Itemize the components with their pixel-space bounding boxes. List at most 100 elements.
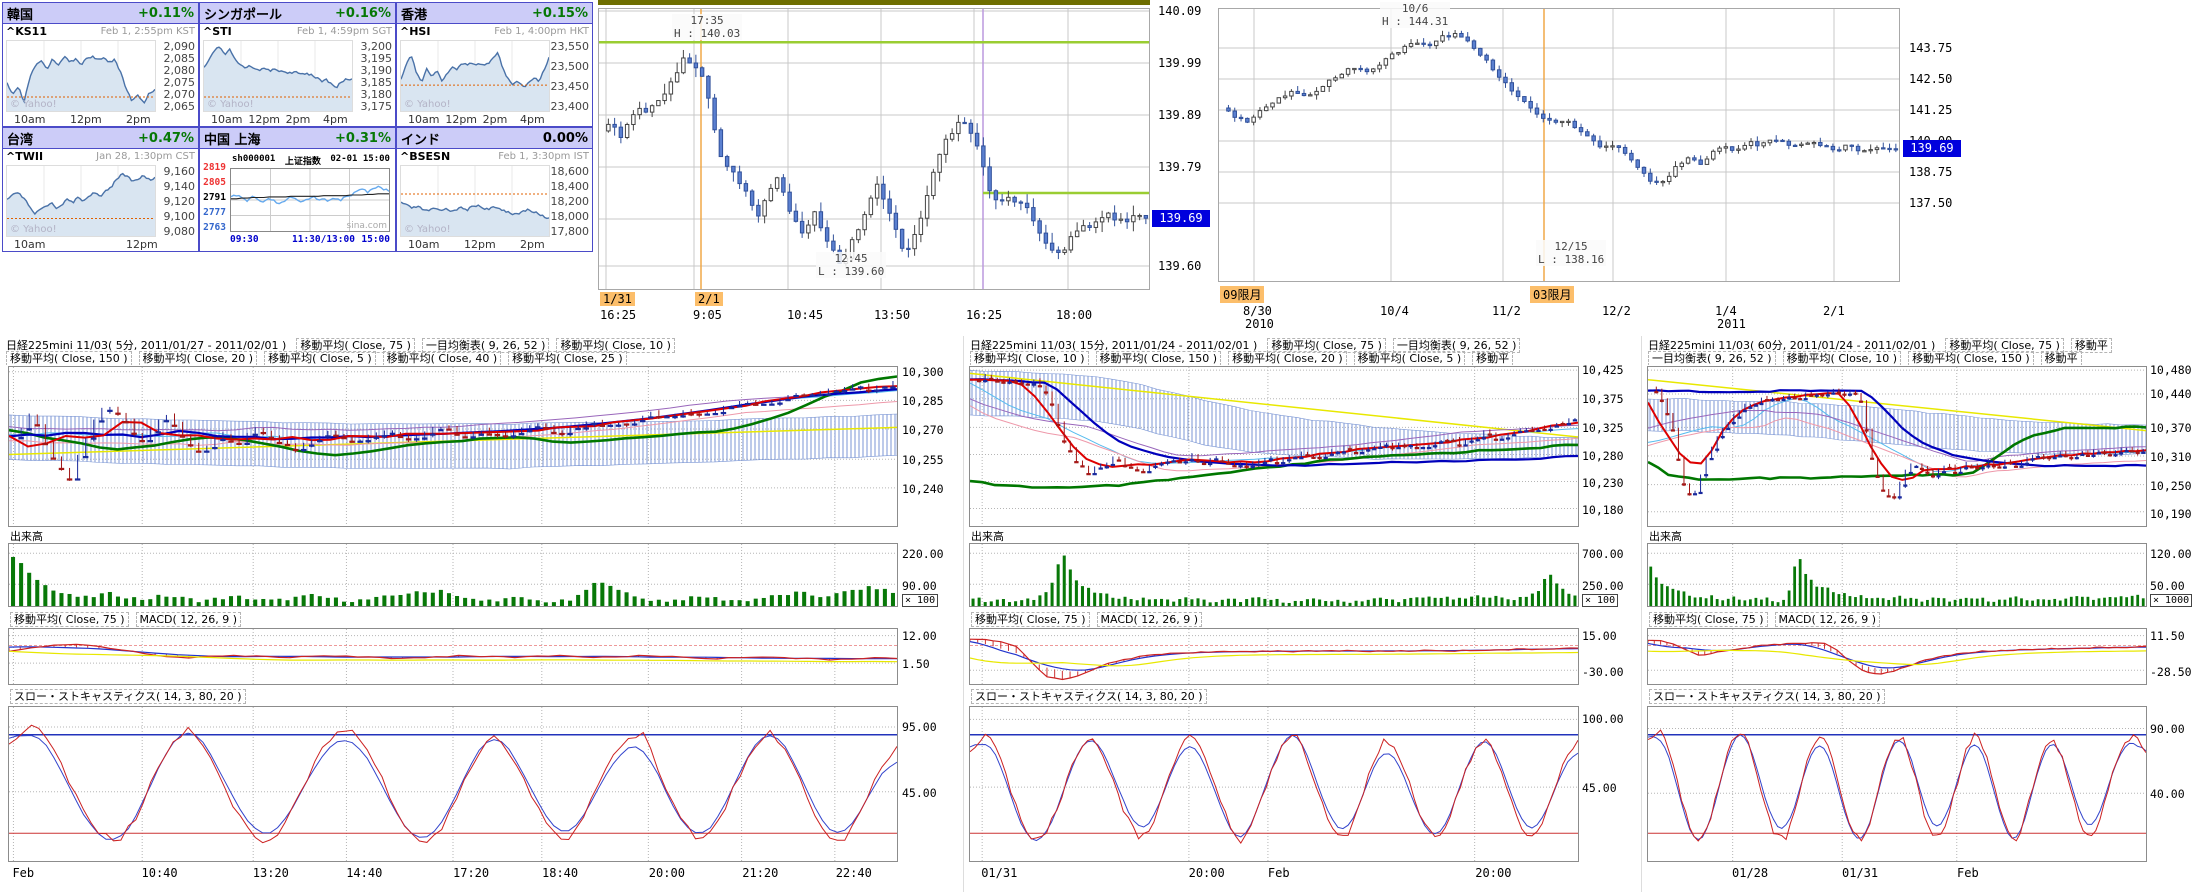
intraday-candle-chart[interactable]: 140.09139.99139.89139.79139.69139.60139.… [598, 0, 1212, 330]
stochastics-panel[interactable] [1647, 706, 2147, 862]
nikkei225mini-60min-chart[interactable]: 日経225mini 11/03( 60分, 2011/01/24 - 2011/… [1641, 336, 2212, 892]
quote-time: Feb 1, 4:00pm HKT [494, 26, 589, 37]
market-widget-shanghai[interactable]: 中国 上海 +0.31% sh000001 上证指数 02-01 15:00 2… [199, 127, 396, 252]
volume-label: 出来高 [10, 528, 43, 544]
y-tick: 2791 [203, 192, 226, 203]
change-percent: +0.47% [138, 131, 194, 146]
widget-chart: 2,0902,0852,0802,0752,0702,065 © Yahoo! [6, 40, 197, 112]
high-time: 17:35 [674, 14, 740, 27]
legend-item: 一目均衡表( 9, 26, 52 ) [1648, 351, 1776, 366]
y-tick: 141.25 [1909, 103, 1952, 117]
sina-y-axis: 28192805279127772763 [200, 162, 228, 232]
widget-chart: 9,1609,1409,1209,1009,080 © Yahoo! [6, 165, 197, 237]
nikkei225mini-5min-chart[interactable]: 日経225mini 11/03( 5分, 2011/01/27 - 2011/0… [0, 336, 960, 892]
x-tick: 10:40 [142, 866, 178, 880]
legend-item: MACD( 12, 26, 9 ) [136, 612, 242, 627]
price-tick: 10,325 [1582, 421, 1624, 435]
legend-item: 移動平均( Close, 20 ) [1228, 351, 1347, 366]
macd-panel[interactable] [8, 628, 898, 685]
volume-multiplier: × 100 [902, 594, 938, 607]
x-tick: 20:00 [1475, 866, 1511, 880]
y-tick: 23,500 [551, 60, 590, 73]
change-percent: +0.11% [138, 6, 194, 21]
y-tick: 2805 [203, 177, 226, 188]
x-tick: 16:25 [966, 308, 1002, 322]
macd-tick: 1.50 [902, 657, 930, 671]
price-tick: 10,440 [2150, 387, 2192, 401]
x-tick: 10am [408, 238, 439, 251]
macd-label: 移動平均( Close, 75 )MACD( 12, 26, 9 ) [10, 611, 248, 627]
year-tick: 2011 [1717, 317, 1746, 331]
price-tick: 10,230 [1582, 476, 1624, 490]
volume-panel-canvas [9, 544, 897, 606]
y-tick: 2,065 [164, 100, 196, 113]
change-percent: +0.31% [335, 131, 391, 146]
stochastics-tick: 95.00 [902, 720, 937, 734]
intraday-canvas [599, 9, 1149, 289]
stochastics-panel[interactable] [969, 706, 1579, 862]
legend-item: 移動平 [2041, 351, 2082, 366]
x-tick: 13:20 [253, 866, 289, 880]
legend-item: 移動平均( Close, 25 ) [508, 351, 627, 366]
x-tick: 2pm [286, 113, 311, 126]
y-tick: 23,550 [551, 40, 590, 53]
y-tick: 23,450 [551, 80, 590, 93]
ticker-symbol: ^HSI [400, 25, 430, 38]
x-tick: 11/2 [1492, 304, 1521, 318]
market-widget-india[interactable]: インド 0.00% ^BSESN Feb 1, 3:30pm IST 18,60… [396, 127, 593, 252]
market-widget-taiwan[interactable]: 台湾 +0.47% ^TWII Jan 28, 1:30pm CST 9,160… [2, 127, 199, 252]
x-tick: 17:20 [453, 866, 489, 880]
market-widget-hongkong[interactable]: 香港 +0.15% ^HSI Feb 1, 4:00pm HKT 23,5502… [396, 2, 593, 127]
quote-time: Feb 1, 4:59pm SGT [297, 26, 392, 37]
x-tick: 12pm [464, 238, 496, 251]
widget-x-axis: 10am12pm2pm4pm [400, 113, 550, 126]
x-tick: 21:20 [742, 866, 778, 880]
x-tick: 12pm [70, 113, 102, 126]
year-tick: 2010 [1245, 317, 1274, 331]
volume-panel[interactable] [8, 543, 898, 607]
y-tick: 17,800 [551, 225, 590, 238]
nikkei225mini-15min-chart[interactable]: 日経225mini 11/03( 15分, 2011/01/24 - 2011/… [963, 336, 1639, 892]
macd-panel[interactable] [1647, 628, 2147, 685]
legend-item: 移動平均( Close, 10 ) [970, 351, 1089, 366]
intraday-plot[interactable] [598, 8, 1150, 290]
high-value: H : 144.31 [1382, 15, 1448, 28]
volume-panel[interactable] [969, 543, 1579, 607]
market-widget-korea[interactable]: 韓国 +0.11% ^KS11 Feb 1, 2:55pm KST 2,0902… [2, 2, 199, 127]
daily-candle-chart[interactable]: 143.75142.50141.25140.00138.75137.50139.… [1218, 0, 1963, 330]
price-tick: 10,270 [902, 423, 944, 437]
stochastics-panel[interactable] [8, 706, 898, 862]
volume-panel-canvas [1648, 544, 2146, 606]
widget-x-axis: 10am12pm2pm4pm [203, 113, 353, 126]
legend-row-2: 移動平均( Close, 10 )移動平均( Close, 150 )移動平均(… [970, 350, 1520, 366]
price-tick: 10,180 [1582, 503, 1624, 517]
price-tick: 10,250 [2150, 479, 2192, 493]
macd-label: 移動平均( Close, 75 )MACD( 12, 26, 9 ) [1649, 611, 1887, 627]
market-widget-singapore[interactable]: シンガポール +0.16% ^STI Feb 1, 4:59pm SGT 3,2… [199, 2, 396, 127]
legend-item: 移動平均( Close, 150 ) [6, 351, 132, 366]
contract-month-box: 09限月 [1220, 286, 1264, 303]
price-panel[interactable] [969, 366, 1579, 527]
widget-subheader: ^HSI Feb 1, 4:00pm HKT [397, 24, 592, 39]
price-panel[interactable] [8, 366, 898, 527]
low-annotation: 12/15L : 138.16 [1536, 240, 1606, 266]
x-tick: 2pm [126, 113, 151, 126]
volume-tick: 220.00 [902, 547, 944, 561]
low-annotation: 12:45L : 139.60 [816, 252, 886, 278]
price-tick: 10,280 [1582, 449, 1624, 463]
price-panel-canvas [9, 367, 897, 526]
sina-symbol: sh000001 [232, 154, 275, 166]
macd-tick: 11.50 [2150, 629, 2185, 643]
widget-x-axis: 10am12pm [6, 238, 156, 251]
macd-panel[interactable] [969, 628, 1579, 685]
x-tick: 11:30/13:00 [292, 234, 355, 245]
x-tick: 10am [211, 113, 242, 126]
legend-item: 移動平均( Close, 20 ) [139, 351, 258, 366]
volume-panel[interactable] [1647, 543, 2147, 607]
stochastics-label: スロー・ストキャスティクス( 14, 3, 80, 20 ) [1649, 688, 1892, 704]
y-tick: 139.79 [1158, 160, 1201, 174]
market-name: 台湾 [7, 129, 33, 148]
stochastics-label: スロー・ストキャスティクス( 14, 3, 80, 20 ) [10, 688, 253, 704]
price-panel[interactable] [1647, 366, 2147, 527]
widget-header: 台湾 +0.47% [3, 128, 198, 149]
